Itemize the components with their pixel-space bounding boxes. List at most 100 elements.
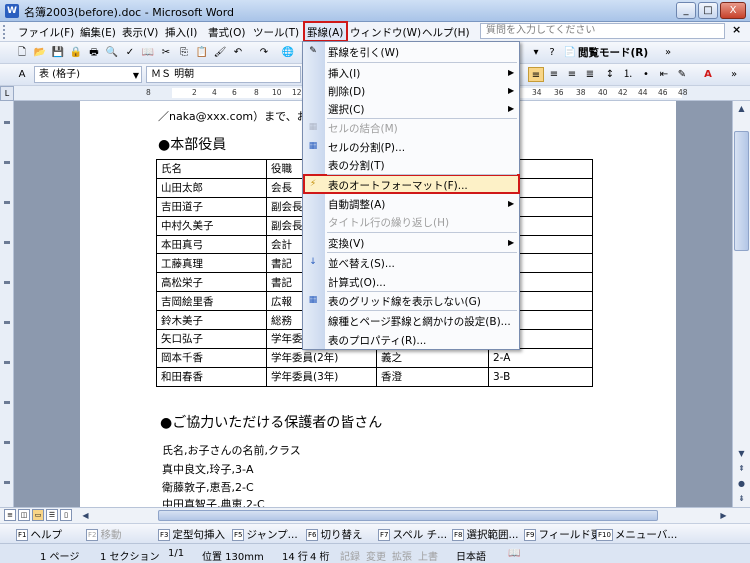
close-document-button[interactable]: × — [732, 23, 741, 36]
web-layout-icon[interactable]: ◫ — [18, 509, 30, 521]
font-value: ＭＳ 明朝 — [151, 69, 195, 80]
menu-item-label: 線種とページ罫線と網かけの設定(B)... — [328, 316, 511, 328]
vertical-ruler[interactable] — [0, 101, 14, 507]
menu-help[interactable]: ヘルプ(H) — [422, 25, 470, 40]
table-cell[interactable]: 矢口弘子 — [156, 329, 267, 349]
font-select[interactable]: ＭＳ 明朝 — [146, 66, 301, 83]
style-select[interactable]: 表 (格子) ▼ — [34, 66, 142, 83]
table-cell[interactable]: 吉田道子 — [156, 196, 267, 217]
styles-pane-icon[interactable]: A — [14, 67, 30, 82]
horizontal-scrollbar[interactable]: ≡ ◫ ▭ ☰ ▯ ◀ ▶ — [0, 507, 750, 523]
menu-edit[interactable]: 編集(E) — [80, 25, 116, 40]
menu-file[interactable]: ファイル(F) — [18, 25, 74, 40]
menu-separator — [327, 291, 517, 292]
ruler-tick — [4, 121, 10, 124]
table-cell[interactable]: 吉岡絵里香 — [156, 291, 267, 312]
redo-icon[interactable]: ↷ — [256, 45, 272, 60]
spelling-icon[interactable]: ✓ — [122, 45, 138, 60]
table-cell[interactable]: 2-A — [488, 347, 593, 368]
fkey-f8[interactable]: F8 選択範囲... — [452, 527, 519, 542]
table-cell[interactable]: 山田太郎 — [156, 177, 267, 198]
table-cell[interactable]: 工藤真理 — [156, 253, 267, 274]
help-icon[interactable]: ? — [544, 45, 560, 60]
table-cell[interactable]: 本田真弓 — [156, 234, 267, 255]
scroll-down-icon[interactable]: ▼ — [734, 446, 749, 461]
table-cell[interactable]: 学年委員(3年) — [266, 366, 377, 387]
open-icon[interactable]: 📂 — [32, 45, 48, 60]
menu-format[interactable]: 書式(O) — [208, 25, 245, 40]
menu-separator — [327, 174, 517, 175]
browse-object-icon[interactable]: ● — [734, 476, 749, 491]
table-cell[interactable]: 中村久美子 — [156, 215, 267, 236]
maximize-button[interactable]: □ — [698, 2, 718, 19]
undo-icon[interactable]: ↶ — [230, 45, 246, 60]
new-document-icon[interactable]: 🗋 — [14, 45, 30, 60]
copy-icon[interactable]: ⎘ — [176, 45, 192, 60]
fkey-f6[interactable]: F6 切り替え — [306, 527, 362, 542]
status-extend[interactable]: 拡張 — [392, 548, 412, 563]
table-cell[interactable]: 香澄 — [376, 366, 489, 387]
reading-layout-icon[interactable]: ▯ — [60, 509, 72, 521]
close-window-button[interactable]: X — [720, 2, 746, 19]
table-cell[interactable]: 氏名 — [156, 159, 267, 179]
menu-table[interactable]: 罫線(A) — [307, 25, 343, 40]
table-cell[interactable]: 3-B — [488, 366, 593, 387]
fkey-f10[interactable]: F10 メニューバ... — [596, 527, 677, 542]
vertical-scrollbar[interactable]: ▲ ▼ ⇞ ● ⇟ — [732, 101, 750, 507]
fkey-f7[interactable]: F7 スペル チ... — [378, 527, 447, 542]
toolbar-options-icon[interactable]: » — [660, 45, 676, 60]
style-dropdown-icon[interactable]: ▼ — [133, 68, 139, 83]
paste-icon[interactable]: 📋 — [194, 45, 210, 60]
previous-page-icon[interactable]: ⇞ — [734, 461, 749, 476]
menu-view[interactable]: 表示(V) — [122, 25, 158, 40]
horizontal-scroll-thumb[interactable] — [158, 510, 658, 521]
fkey-f2[interactable]: F2 移動 — [86, 527, 121, 542]
status-record[interactable]: 記録 — [340, 548, 360, 563]
table-cell[interactable]: 岡本千香 — [156, 347, 267, 368]
cut-icon[interactable]: ✂ — [158, 45, 174, 60]
fkey-label: 移動 — [100, 529, 122, 541]
next-page-icon[interactable]: ⇟ — [734, 491, 749, 506]
table-cell[interactable]: 鈴木美子 — [156, 310, 267, 331]
tab-selector[interactable]: L — [0, 86, 14, 101]
scroll-left-icon[interactable]: ◀ — [78, 508, 93, 523]
status-track-changes[interactable]: 変更 — [366, 548, 386, 563]
print-layout-icon[interactable]: ▭ — [32, 509, 44, 521]
outline-view-icon[interactable]: ☰ — [46, 509, 58, 521]
table-cell[interactable]: 学年委員(2年) — [266, 347, 377, 368]
toolbar-dropdown-icon[interactable]: ▾ — [528, 45, 544, 60]
fkey-f1[interactable]: F1 ヘルプ — [16, 527, 62, 542]
save-icon[interactable]: 💾 — [50, 45, 66, 60]
spelling-status-icon[interactable]: 📖 — [508, 548, 520, 559]
status-section: 1 セクション — [100, 552, 160, 563]
fkey-f5[interactable]: F5 ジャンプ... — [232, 527, 298, 542]
fkey-f9[interactable]: F9 フィールド更 — [524, 527, 601, 542]
menu-tools[interactable]: ツール(T) — [253, 25, 299, 40]
format-painter-icon[interactable]: 🖌 — [212, 45, 228, 60]
permission-icon[interactable]: 🔒 — [68, 45, 84, 60]
ruler-number: 6 — [232, 88, 237, 97]
normal-view-icon[interactable]: ≡ — [4, 509, 16, 521]
word-app-icon[interactable]: W — [5, 4, 19, 18]
help-search-input[interactable]: 質問を入力してください — [480, 23, 725, 39]
menubar-grip[interactable] — [3, 25, 6, 39]
submenu-arrow-icon: ▶ — [508, 104, 515, 113]
print-icon[interactable]: 🖶 — [86, 45, 102, 60]
fkey-f3[interactable]: F3 定型句挿入 — [158, 527, 225, 542]
menu-insert[interactable]: 挿入(I) — [165, 25, 197, 40]
table-cell[interactable]: 義之 — [376, 347, 489, 368]
status-overtype[interactable]: 上書 — [418, 548, 438, 563]
submenu-arrow-icon: ▶ — [508, 199, 515, 208]
scroll-right-icon[interactable]: ▶ — [716, 508, 731, 523]
table-cell[interactable]: 高松栄子 — [156, 272, 267, 293]
ruler-tick — [4, 401, 10, 404]
table-cell[interactable]: 和田春香 — [156, 366, 267, 387]
print-preview-icon[interactable]: 🔍 — [104, 45, 120, 60]
ruler-number: 2 — [192, 88, 197, 97]
research-icon[interactable]: 📖 — [140, 45, 156, 60]
menu-window[interactable]: ウィンドウ(W) — [350, 25, 421, 40]
hyperlink-icon[interactable]: 🌐 — [280, 45, 296, 60]
minimize-button[interactable]: _ — [676, 2, 696, 19]
read-mode-button[interactable]: 閲覧モード(R) — [578, 45, 648, 60]
vertical-scroll-thumb[interactable] — [734, 131, 749, 251]
